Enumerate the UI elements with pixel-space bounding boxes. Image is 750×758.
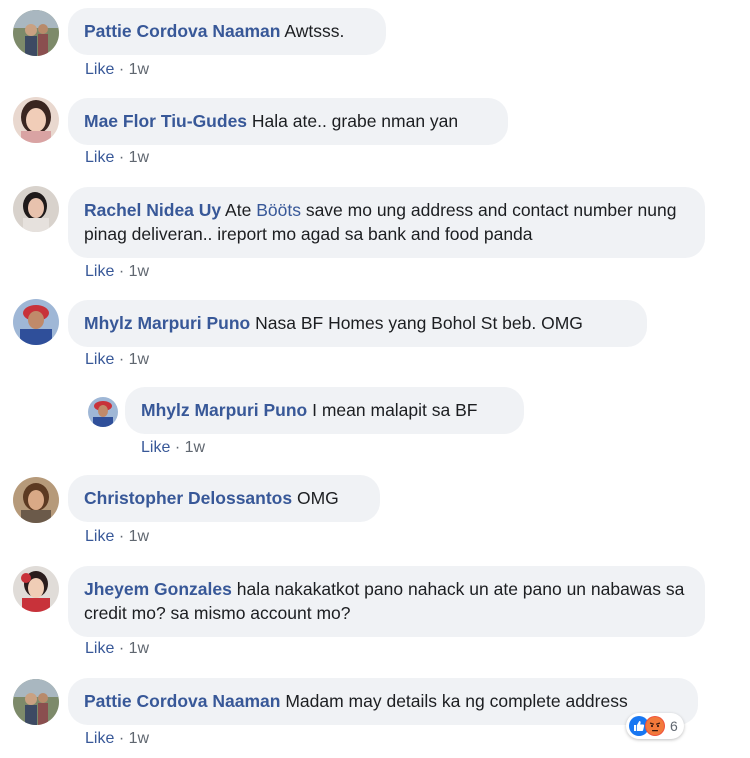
comment-bubble: Pattie Cordova Naaman Madam may details … [68, 678, 698, 725]
angry-reaction-icon [645, 716, 665, 736]
avatar[interactable] [13, 186, 59, 232]
commenter-name[interactable]: Mhylz Marpuri Puno [141, 400, 307, 420]
timestamp[interactable]: 1w [129, 61, 149, 78]
comment-actions: Like · 1w [85, 262, 149, 282]
commenter-name[interactable]: Mae Flor Tiu-Gudes [84, 111, 247, 131]
timestamp[interactable]: 1w [129, 730, 149, 747]
reactions-summary[interactable]: 6 [626, 713, 684, 739]
comment-bubble: Pattie Cordova Naaman Awtsss. [68, 8, 386, 55]
commenter-name[interactable]: Pattie Cordova Naaman [84, 21, 280, 41]
separator-dot: · [118, 528, 125, 545]
avatar[interactable] [13, 679, 59, 725]
comment-bubble: Mhylz Marpuri Puno I mean malapit sa BF [125, 387, 524, 434]
like-link[interactable]: Like [85, 351, 114, 368]
comment-text: Nasa BF Homes yang Bohol St beb. OMG [255, 313, 583, 333]
separator-dot: · [118, 263, 125, 280]
comment-text: Hala ate.. grabe nman yan [251, 111, 459, 131]
comment-text: Ate [225, 200, 252, 220]
avatar[interactable] [88, 397, 118, 427]
like-link[interactable]: Like [85, 730, 114, 747]
comment-actions: Like · 1w [85, 60, 149, 80]
avatar[interactable] [13, 97, 59, 143]
timestamp[interactable]: 1w [129, 263, 149, 280]
comment-bubble: Christopher Delossantos OMG [68, 475, 380, 522]
separator-dot: · [118, 640, 125, 657]
commenter-name[interactable]: Mhylz Marpuri Puno [84, 313, 250, 333]
comment-bubble: Mhylz Marpuri Puno Nasa BF Homes yang Bo… [68, 300, 647, 347]
comment-bubble: Mae Flor Tiu-Gudes Hala ate.. grabe nman… [68, 98, 508, 145]
avatar[interactable] [13, 566, 59, 612]
commenter-name[interactable]: Jheyem Gonzales [84, 579, 232, 599]
like-link[interactable]: Like [141, 439, 170, 456]
comment-text: Awtsss. [284, 21, 345, 41]
like-link[interactable]: Like [85, 61, 114, 78]
comment-text: OMG [296, 488, 339, 508]
timestamp[interactable]: 1w [129, 528, 149, 545]
like-link[interactable]: Like [85, 640, 114, 657]
like-link[interactable]: Like [85, 263, 114, 280]
timestamp[interactable]: 1w [129, 640, 149, 657]
commenter-name[interactable]: Christopher Delossantos [84, 488, 292, 508]
comment-text: I mean malapit sa BF [312, 400, 478, 420]
separator-dot: · [118, 61, 125, 78]
comment-actions: Like · 1w [85, 639, 149, 659]
timestamp[interactable]: 1w [129, 351, 149, 368]
timestamp[interactable]: 1w [129, 149, 149, 166]
comment-text: Madam may details ka ng complete address [285, 691, 628, 711]
comment-actions: Like · 1w [85, 148, 149, 168]
commenter-name[interactable]: Rachel Nidea Uy [84, 200, 221, 220]
separator-dot: · [118, 351, 125, 368]
comment-bubble: Jheyem Gonzales hala nakakatkot pano nah… [68, 566, 705, 637]
commenter-name[interactable]: Pattie Cordova Naaman [84, 691, 280, 711]
separator-dot: · [174, 439, 181, 456]
comment-actions: Like · 1w [85, 729, 149, 749]
avatar[interactable] [13, 299, 59, 345]
mention-link[interactable]: Bööts [256, 200, 301, 220]
avatar[interactable] [13, 477, 59, 523]
comment-actions: Like · 1w [85, 350, 149, 370]
like-link[interactable]: Like [85, 528, 114, 545]
comment-actions: Like · 1w [85, 527, 149, 547]
reaction-count: 6 [670, 718, 678, 734]
separator-dot: · [118, 149, 125, 166]
avatar[interactable] [13, 10, 59, 56]
comment-bubble: Rachel Nidea Uy Ate Bööts save mo ung ad… [68, 187, 705, 258]
separator-dot: · [118, 730, 125, 747]
like-link[interactable]: Like [85, 149, 114, 166]
comment-actions: Like · 1w [141, 438, 205, 458]
timestamp[interactable]: 1w [185, 439, 205, 456]
